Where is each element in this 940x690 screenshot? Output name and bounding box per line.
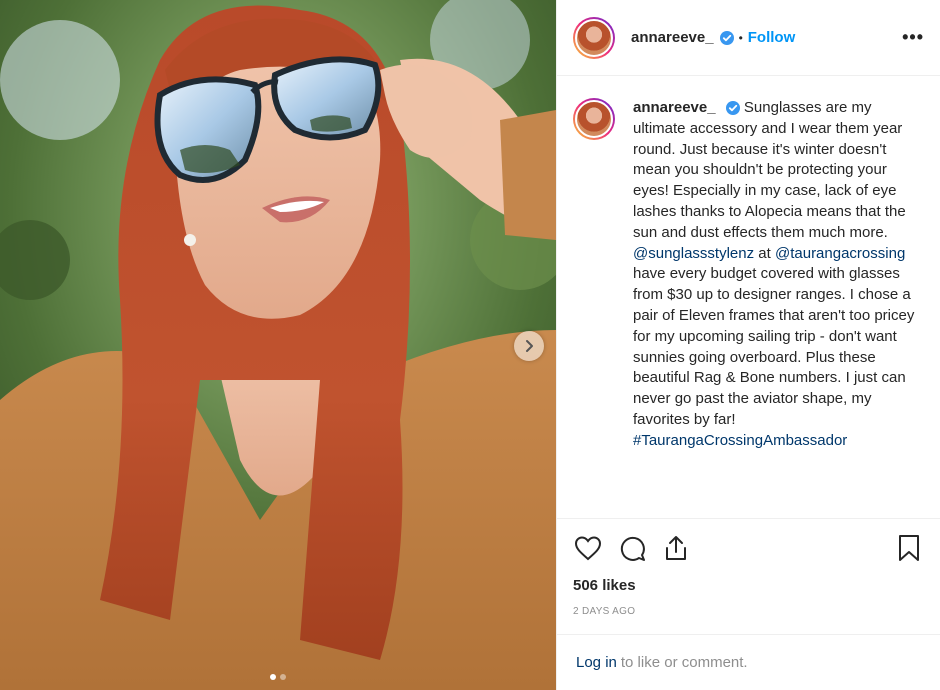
caption-avatar[interactable] xyxy=(573,98,615,140)
bookmark-icon[interactable] xyxy=(894,533,924,563)
caption-body-1: Sunglasses are my ultimate accessory and… xyxy=(633,99,906,241)
verified-badge-icon xyxy=(719,30,734,45)
login-prompt-text: to like or comment. xyxy=(620,654,748,671)
action-bar xyxy=(573,533,924,563)
caption-text: annareeve_ Sunglasses are my ultimate ac… xyxy=(633,98,924,518)
verified-badge-icon xyxy=(725,101,740,116)
caption-body-3: have every budget covered with glasses f… xyxy=(633,265,915,428)
caption-body-2: at xyxy=(754,244,775,262)
post-timestamp[interactable]: 2 DAYS AGO xyxy=(573,606,924,617)
header-username[interactable]: annareeve_ xyxy=(631,29,714,46)
photo-woman-sunglasses xyxy=(0,0,556,690)
mention-taurangacrossing[interactable]: @taurangacrossing xyxy=(775,245,905,262)
mention-sunglassstylenz[interactable]: @sunglassstylenz xyxy=(633,245,754,262)
more-options-icon[interactable]: ••• xyxy=(902,27,924,48)
header-separator: • xyxy=(738,30,743,45)
post-header: annareeve_ • Follow ••• xyxy=(557,0,940,76)
post-sidebar: annareeve_ • Follow ••• annareeve_ Sungl… xyxy=(556,0,940,690)
login-prompt: Log in to like or comment. xyxy=(557,634,940,690)
hashtag-link[interactable]: #TaurangaCrossingAmbassador xyxy=(633,432,847,449)
caption-area: annareeve_ Sunglasses are my ultimate ac… xyxy=(557,76,940,518)
profile-avatar[interactable] xyxy=(573,16,615,59)
instagram-post: annareeve_ • Follow ••• annareeve_ Sungl… xyxy=(0,0,940,690)
login-link[interactable]: Log in xyxy=(576,654,617,671)
carousel-dots xyxy=(0,674,556,680)
chevron-right-icon xyxy=(526,340,533,352)
share-icon[interactable] xyxy=(661,533,691,563)
carousel-next-button[interactable] xyxy=(514,331,544,361)
carousel-dot xyxy=(280,674,286,680)
carousel-dot-active xyxy=(270,674,276,680)
heart-icon[interactable] xyxy=(573,533,603,563)
post-photo[interactable] xyxy=(0,0,556,690)
follow-button[interactable]: Follow xyxy=(748,29,796,46)
caption-username[interactable]: annareeve_ xyxy=(633,99,716,116)
likes-count[interactable]: 506 likes xyxy=(573,577,924,594)
comment-icon[interactable] xyxy=(617,533,647,563)
